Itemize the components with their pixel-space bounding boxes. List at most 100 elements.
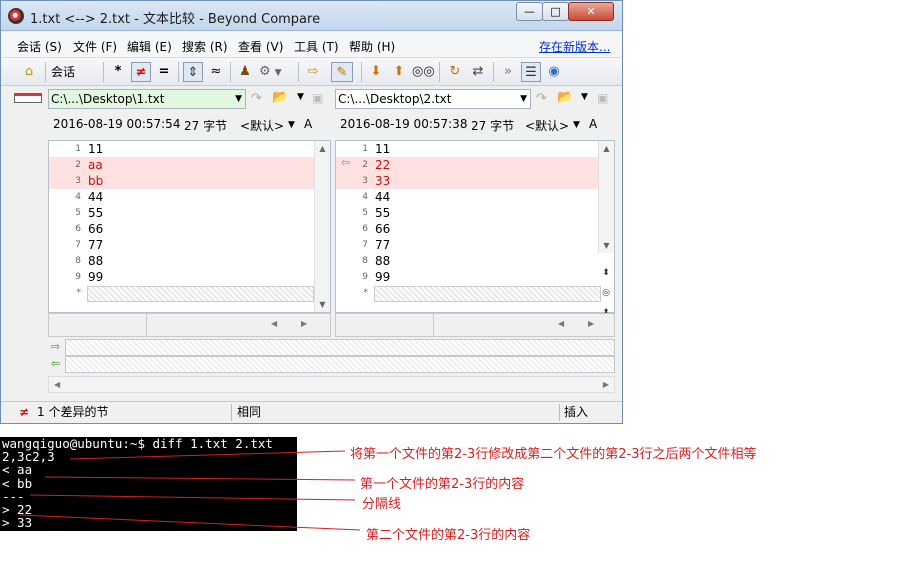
right-text-pane[interactable]: 111222333444555666777888999* ⇦ ▲▼ ⬍◎⬍	[335, 140, 615, 318]
scroll-down-icon[interactable]: ▼	[599, 241, 614, 250]
chevron-down-icon[interactable]: ▼	[297, 92, 304, 102]
text-line[interactable]: 8 88	[336, 253, 601, 269]
scroll-right-icon[interactable]: ▶	[603, 380, 609, 389]
user-icon[interactable]: ♟	[236, 62, 254, 82]
asterisk-icon[interactable]: *	[109, 62, 127, 82]
text-line[interactable]: 5 55	[49, 205, 314, 221]
line-number: 5	[362, 208, 368, 218]
copy-left-icon[interactable]: ⇦	[51, 357, 60, 370]
right-encoding[interactable]: <默认>	[525, 117, 569, 134]
text-line[interactable]: 1 11	[336, 141, 601, 157]
text-line[interactable]: 9 99	[336, 269, 601, 285]
align-icon[interactable]: ⇕	[183, 62, 203, 82]
home-icon[interactable]: ⌂	[20, 62, 38, 82]
new-version-link[interactable]: 存在新版本...	[539, 38, 610, 55]
next-icon[interactable]: ⇨	[304, 62, 322, 82]
scroll-left-icon[interactable]: ◀	[558, 319, 564, 328]
line-number: 6	[362, 224, 368, 234]
chevron-down-icon[interactable]: ▼	[235, 90, 242, 108]
folder-icon[interactable]: 📂	[272, 90, 288, 105]
text-line[interactable]: 2 aa	[49, 157, 314, 173]
left-vertical-scrollbar[interactable]: ▲ ▼	[314, 141, 330, 312]
scroll-right-icon[interactable]: ▶	[588, 319, 594, 328]
minimize-button[interactable]: —	[516, 2, 543, 21]
save-icon[interactable]: ▣	[597, 91, 608, 105]
menu-tools[interactable]: 工具 (T)	[294, 38, 339, 55]
left-path-input[interactable]: C:\...\Desktop\1.txt ▼	[48, 89, 246, 109]
text-line[interactable]: 3 bb	[49, 173, 314, 189]
line-text: 88	[88, 254, 104, 268]
gear-icon[interactable]: ⚙ ▼	[259, 62, 287, 82]
text-line[interactable]: 2 22	[336, 157, 601, 173]
menu-session[interactable]: 会话 (S)	[17, 38, 62, 55]
text-line[interactable]: 1 11	[49, 141, 314, 157]
up-arrow-icon[interactable]: ⬆	[390, 62, 408, 82]
chevron-down-icon[interactable]: ▼	[581, 92, 588, 102]
text-line[interactable]: 4 44	[336, 189, 601, 205]
binoculars-icon[interactable]: ◎◎	[412, 62, 435, 82]
end-of-file-row[interactable]: *	[336, 285, 601, 302]
text-line[interactable]: 6 66	[49, 221, 314, 237]
left-text-pane[interactable]: 1 11 2 aa 3 bb 4 44 5 55 6 66 7 77 8 88 9 99 * ▲ ▼	[48, 140, 331, 313]
left-font-glyph[interactable]: A	[304, 117, 312, 131]
web-icon[interactable]: ◉	[545, 62, 563, 82]
text-line[interactable]: 7 77	[336, 237, 601, 253]
text-line[interactable]: 3 33	[336, 173, 601, 189]
line-text: 22	[375, 158, 391, 172]
window-title: 1.txt <--> 2.txt - 文本比较 - Beyond Compare	[30, 12, 321, 27]
approx-icon[interactable]: ≈	[207, 62, 225, 82]
scroll-down-icon[interactable]: ▼	[315, 300, 330, 309]
copy-right-icon[interactable]: ⇨	[51, 340, 60, 353]
scroll-up-icon[interactable]: ▲	[599, 144, 614, 153]
text-line[interactable]: 5 55	[336, 205, 601, 221]
divider	[559, 404, 560, 421]
text-line[interactable]: 7 77	[49, 237, 314, 253]
title-bar[interactable]: 1.txt <--> 2.txt - 文本比较 - Beyond Compare…	[1, 1, 622, 31]
equal-icon[interactable]: =	[155, 62, 173, 82]
edit-icon[interactable]: ✎	[331, 62, 353, 82]
chevron-down-icon[interactable]: ▼	[288, 120, 295, 130]
scroll-up-icon[interactable]: ▲	[315, 144, 330, 153]
not-equal-icon[interactable]: ≠	[131, 62, 151, 82]
prev-arrow-icon[interactable]: ⇦	[341, 156, 350, 169]
down-arrow-icon[interactable]: ⬇	[367, 62, 385, 82]
empty-line-area[interactable]	[87, 286, 314, 302]
right-horizontal-scrollbar[interactable]: ◀ ▶	[335, 313, 615, 337]
menu-view[interactable]: 查看 (V)	[238, 38, 283, 55]
text-line[interactable]: 6 66	[336, 221, 601, 237]
scroll-left-icon[interactable]: ◀	[54, 380, 60, 389]
text-line[interactable]: 9 99	[49, 269, 314, 285]
app-icon[interactable]	[8, 8, 24, 24]
left-encoding[interactable]: <默认>	[240, 117, 284, 134]
maximize-button[interactable]: □	[542, 2, 569, 21]
status-same: 相同	[237, 405, 262, 419]
close-button[interactable]: ✕	[568, 2, 614, 21]
session-dropdown[interactable]: 会话 ▼	[51, 62, 97, 99]
menu-search[interactable]: 搜索 (R)	[182, 38, 228, 55]
chevron-down-icon[interactable]: ▼	[520, 90, 527, 108]
rules-icon[interactable]: ☰	[521, 62, 541, 82]
save-icon[interactable]: ▣	[312, 91, 323, 105]
left-horizontal-scrollbar[interactable]: ◀ ▶	[48, 313, 331, 337]
scroll-left-icon[interactable]: ◀	[271, 319, 277, 328]
right-font-glyph[interactable]: A	[589, 117, 597, 131]
reload-icon[interactable]: ↷	[536, 91, 547, 106]
compare-horizontal-scrollbar[interactable]: ◀ ▶	[48, 376, 615, 393]
end-of-file-row[interactable]: *	[49, 285, 314, 302]
app-window: 1.txt <--> 2.txt - 文本比较 - Beyond Compare…	[0, 0, 623, 424]
empty-line-area[interactable]	[374, 286, 601, 302]
reload-icon[interactable]: ↷	[251, 91, 262, 106]
right-path-input[interactable]: C:\...\Desktop\2.txt ▼	[335, 89, 531, 109]
format-icon[interactable]: »	[499, 62, 517, 82]
folder-icon[interactable]: 📂	[557, 90, 573, 105]
chevron-down-icon[interactable]: ▼	[573, 120, 580, 130]
right-vertical-scrollbar[interactable]: ▲ ▼	[598, 141, 614, 253]
swap-icon[interactable]: ⇄	[469, 62, 487, 82]
menu-edit[interactable]: 编辑 (E)	[127, 38, 172, 55]
scroll-right-icon[interactable]: ▶	[301, 319, 307, 328]
text-line[interactable]: 8 88	[49, 253, 314, 269]
menu-help[interactable]: 帮助 (H)	[349, 38, 395, 55]
refresh-icon[interactable]: ↻	[446, 62, 464, 82]
menu-file[interactable]: 文件 (F)	[73, 38, 117, 55]
text-line[interactable]: 4 44	[49, 189, 314, 205]
